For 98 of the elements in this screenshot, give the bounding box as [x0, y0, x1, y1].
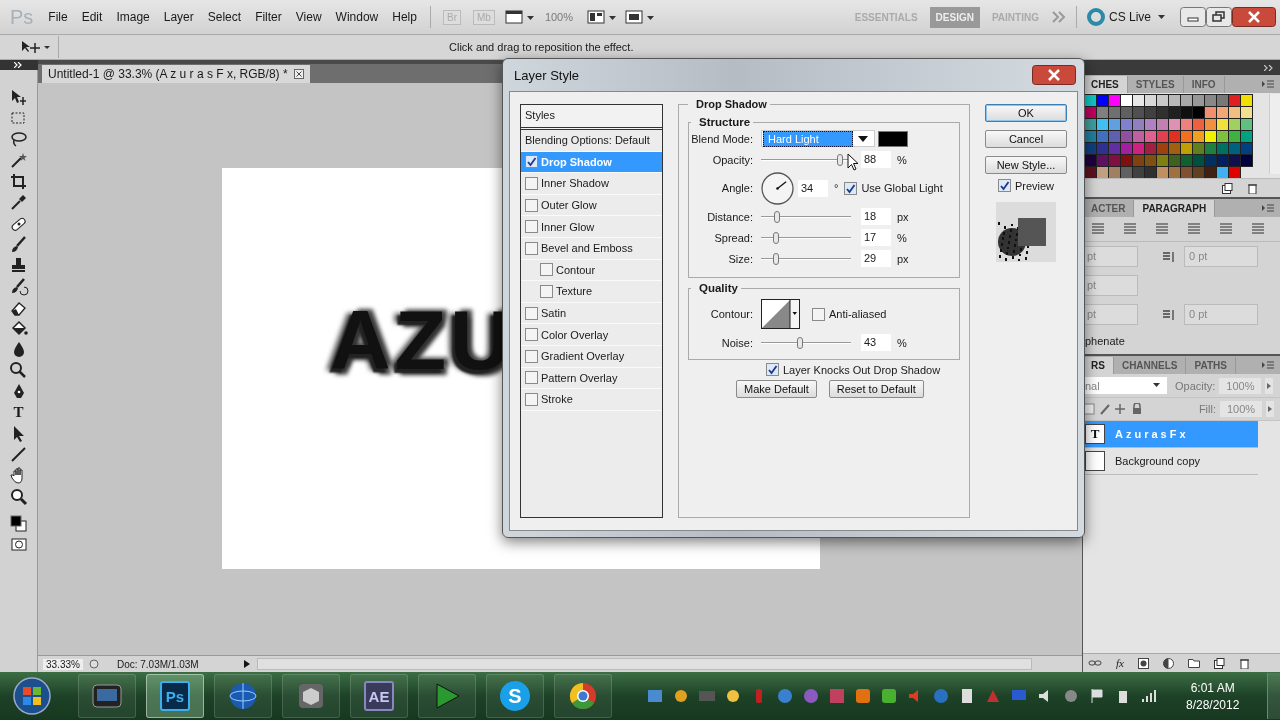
field-label: Angle: [720, 182, 753, 194]
menu-item[interactable]: View [288, 10, 329, 24]
field-label: Distance: [706, 210, 753, 223]
field-label: Size: [727, 252, 753, 265]
style-label: Pattern Overlay [541, 371, 618, 384]
blend-mode-value: nal [1085, 379, 1100, 392]
style-item[interactable]: Color Overlay [521, 324, 662, 346]
dialog-button[interactable]: Cancel [985, 130, 1067, 148]
group-title: Quality [691, 282, 741, 294]
checkbox-label: Layer Knocks Out Drop Shadow [783, 363, 941, 376]
style-item[interactable]: Inner Shadow [521, 173, 662, 195]
panel-tab[interactable]: RS [1083, 357, 1114, 374]
dialog-button[interactable]: Reset to Default [828, 380, 924, 398]
taskbar-button[interactable]: Ps [146, 674, 204, 718]
value-field[interactable]: 43 [861, 334, 891, 351]
style-item[interactable]: Bevel and Emboss [521, 237, 662, 260]
styles-header[interactable]: Styles [521, 105, 662, 130]
style-label: Bevel and Emboss [541, 242, 633, 255]
unit-label: px [897, 210, 909, 223]
skype-icon: S [500, 681, 530, 711]
dialog-button[interactable]: New Style... [985, 156, 1067, 174]
menu-item[interactable]: Layer [156, 10, 201, 24]
app-logo: Ps [10, 5, 34, 29]
field-label: Blend Mode: [691, 132, 753, 145]
taskbar-button[interactable]: AE [350, 674, 408, 718]
style-item[interactable]: Outer Glow [521, 194, 662, 217]
style-item[interactable]: Pattern Overlay [521, 367, 662, 390]
style-item[interactable]: Stroke [521, 389, 662, 411]
style-label: Satin [541, 307, 567, 320]
canvas-text: AZU [330, 298, 515, 382]
style-label: Contour [556, 263, 596, 276]
style-item[interactable]: Gradient Overlay [521, 345, 662, 368]
unit-label: % [897, 336, 907, 349]
section-title: Drop Shadow [688, 98, 770, 110]
fx-button[interactable]: fx [1116, 657, 1124, 669]
menu-item[interactable]: Edit [74, 10, 110, 24]
selected-value: Hard Light [763, 130, 853, 147]
clock-date: 8/28/2012 [1186, 697, 1240, 712]
field-label: Spread: [713, 231, 753, 244]
style-label: Inner Shadow [541, 177, 609, 190]
zoom-field[interactable]: 33.33% [43, 658, 83, 670]
unit-label: px [897, 252, 909, 265]
menu-item[interactable]: Help [385, 10, 424, 24]
dialog-button[interactable]: OK [985, 104, 1067, 122]
text-layer-thumbnail: T [1085, 424, 1105, 444]
style-item[interactable]: Blending Options: Default [521, 130, 662, 152]
menu-item[interactable]: Filter [248, 10, 289, 24]
photoshop-icon: Ps [160, 681, 190, 711]
style-item[interactable]: Inner Glow [521, 216, 662, 238]
clock[interactable]: 6:01 AM 8/28/2012 [1186, 680, 1240, 712]
menu-item[interactable]: File [41, 10, 75, 24]
after-effects-icon: AE [364, 681, 394, 711]
blend-mode-select[interactable]: nal [1083, 377, 1167, 394]
style-label: Inner Glow [541, 220, 595, 233]
value-field[interactable]: 29 [861, 250, 891, 267]
style-label: Outer Glow [541, 199, 597, 212]
type-tool[interactable]: T [13, 403, 24, 422]
value-field[interactable]: 18 [861, 208, 891, 225]
menu-item[interactable]: Select [200, 10, 249, 24]
layer-name: AzurasFx [1115, 428, 1189, 440]
document-title: Untitled-1 @ 33.3% (A z u r a s F x, RGB/8) * [48, 67, 288, 81]
style-label: Gradient Overlay [541, 350, 625, 363]
menu-item[interactable]: Image [109, 10, 157, 24]
style-label: Drop Shadow [541, 155, 612, 168]
menu-item[interactable]: Window [328, 10, 386, 24]
style-item[interactable]: Satin [521, 302, 662, 325]
value-field[interactable]: 17 [861, 229, 891, 246]
value-field[interactable]: 34 [798, 179, 828, 197]
opacity-label: Opacity: [1175, 379, 1216, 392]
document-info: Doc: 7.03M/1.03M [115, 658, 200, 670]
style-item[interactable]: Texture [521, 281, 662, 303]
checkbox-label: Anti-aliased [829, 308, 887, 320]
style-label: Texture [556, 285, 593, 298]
clock-time: 6:01 AM [1190, 680, 1235, 695]
field-label: Opacity: [711, 153, 753, 166]
dialog-button[interactable]: Make Default [736, 380, 817, 398]
style-item[interactable]: Contour [521, 259, 662, 282]
field-label: Contour: [709, 308, 753, 320]
panel-tab[interactable]: CHES [1083, 76, 1128, 93]
style-label: Stroke [541, 393, 573, 406]
panel-tab[interactable]: PARAGRAPH [1134, 200, 1216, 217]
value-field[interactable]: 88 [861, 151, 891, 168]
layer-name: Background copy [1115, 455, 1200, 467]
checkbox-label: Use Global Light [861, 182, 943, 194]
layer-row[interactable]: T AzurasFx [1083, 421, 1258, 448]
field-label: Noise: [720, 336, 753, 349]
hyphenate-label: phenate [1084, 334, 1126, 347]
document-tab[interactable]: Untitled-1 @ 33.3% (A z u r a s F x, RGB/8) * [42, 65, 310, 83]
fill-label: Fill: [1198, 403, 1216, 415]
unit-label: ° [834, 182, 839, 194]
dialog-title: Layer Style [514, 67, 580, 83]
checkbox-label: Preview [1014, 179, 1055, 192]
hint-text: Click and drag to reposition the effect. [449, 41, 634, 53]
unit-label: % [897, 231, 907, 244]
style-label: Color Overlay [541, 328, 609, 341]
cs-live-menu[interactable]: CS Live [1108, 10, 1151, 24]
group-title: Structure [691, 116, 754, 128]
unit-label: % [897, 153, 907, 166]
